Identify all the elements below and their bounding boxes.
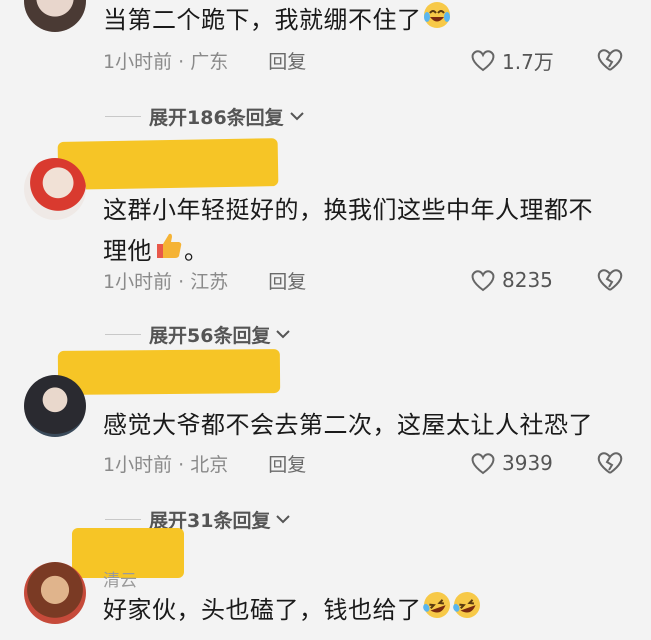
like-count: 8235 — [502, 268, 553, 292]
expand-replies-button[interactable]: 展开56条回复 — [105, 320, 292, 348]
avatar[interactable] — [24, 0, 86, 32]
broken-heart-icon — [597, 269, 623, 291]
avatar[interactable] — [24, 158, 86, 220]
expand-replies-button[interactable]: 展开186条回复 — [105, 102, 306, 130]
comment-text: 好家伙，头也磕了，钱也给了 — [103, 590, 623, 632]
comment-text: 感觉大爷都不会去第二次，这屋太让人社恐了 — [103, 411, 593, 439]
like-button[interactable]: 1.7万 — [470, 45, 554, 75]
reply-button[interactable]: 回复 — [268, 267, 306, 294]
comment-meta: 1小时前 · 江苏 回复 — [103, 265, 306, 295]
chevron-down-icon — [289, 112, 304, 121]
divider — [105, 333, 141, 335]
username-redaction — [57, 349, 281, 395]
username-redaction — [57, 138, 279, 190]
like-button[interactable]: 8235 — [470, 265, 553, 295]
comment-meta: 1小时前 · 北京 回复 — [103, 448, 306, 478]
username: 清云 — [103, 571, 137, 591]
like-count: 3939 — [502, 451, 553, 475]
like-count: 1.7万 — [502, 49, 554, 74]
time-location: 1小时前 · 江苏 — [103, 270, 229, 293]
time-location: 1小时前 · 广东 — [103, 50, 229, 73]
heart-icon — [471, 453, 495, 475]
rolling-laughing-emoji — [452, 590, 482, 632]
comment-feed: 当第二个跪下，我就绷不住了 1小时前 · 广东 回复 1.7万 展开186条回复… — [0, 0, 651, 640]
comment-text: 这群小年轻挺好的，换我们这些中年人理都不 理他 。 — [103, 190, 623, 274]
chevron-down-icon — [276, 330, 291, 339]
dislike-button[interactable] — [596, 448, 624, 478]
reply-button[interactable]: 回复 — [268, 450, 306, 477]
crying-laughing-emoji — [422, 0, 452, 42]
rolling-laughing-emoji — [422, 590, 452, 632]
like-button[interactable]: 3939 — [470, 448, 553, 478]
divider — [105, 518, 141, 520]
comment-text: 当第二个跪下，我就绷不住了 — [103, 0, 623, 42]
dislike-button[interactable] — [596, 45, 624, 75]
time-location: 1小时前 · 北京 — [103, 453, 229, 476]
broken-heart-icon — [597, 452, 623, 474]
divider — [105, 115, 141, 117]
avatar[interactable] — [24, 375, 86, 437]
avatar[interactable] — [24, 562, 86, 624]
broken-heart-icon — [597, 49, 623, 71]
comment-meta: 1小时前 · 广东 回复 — [103, 45, 306, 75]
heart-icon — [471, 50, 495, 72]
reply-button[interactable]: 回复 — [268, 47, 306, 74]
dislike-button[interactable] — [596, 265, 624, 295]
heart-icon — [471, 270, 495, 292]
chevron-down-icon — [276, 515, 291, 524]
